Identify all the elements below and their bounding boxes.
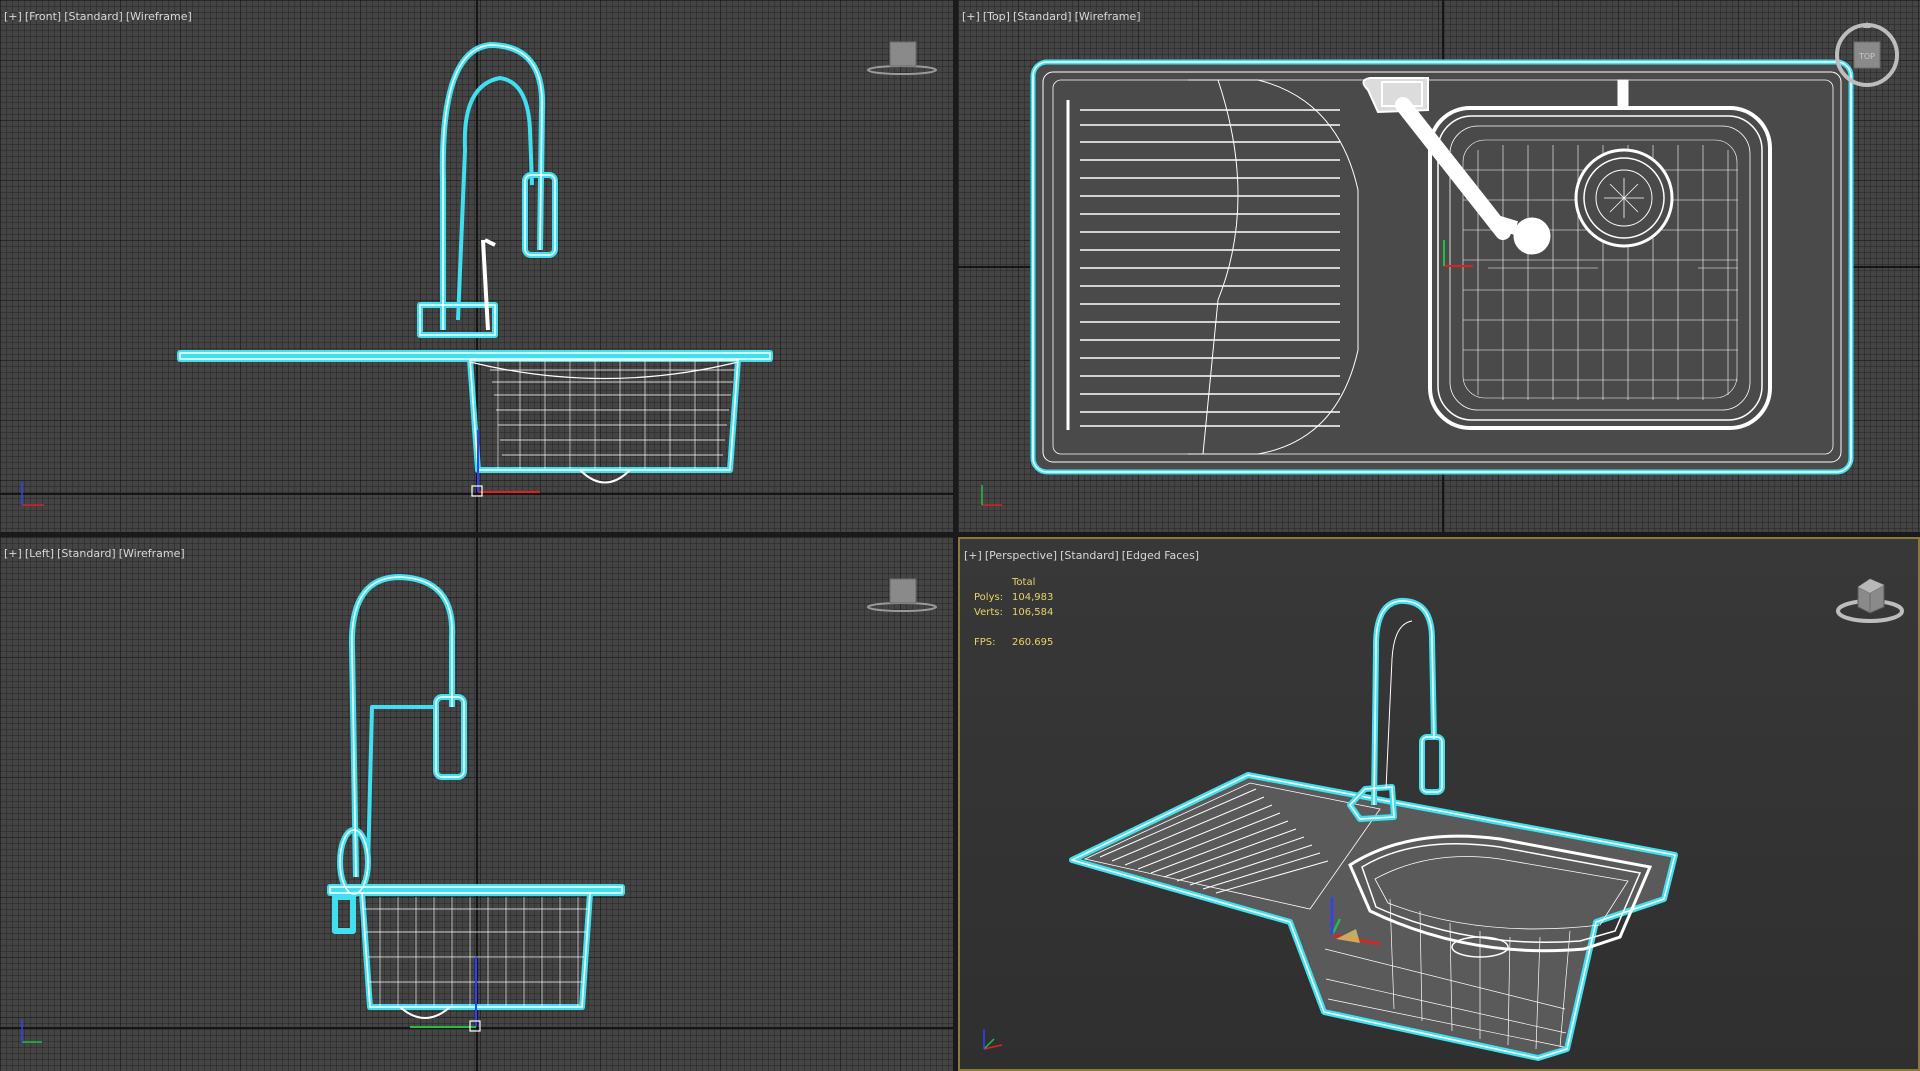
viewport-label-top[interactable]: [+] [Top] [Standard] [Wireframe] bbox=[962, 10, 1144, 23]
viewport-label-perspective[interactable]: [+] [Perspective] [Standard] [Edged Faces] bbox=[964, 549, 1202, 562]
svg-text:TOP: TOP bbox=[1858, 52, 1875, 61]
stats-polys-row: Polys: 104,983 bbox=[974, 592, 1054, 603]
scene-statistics: Total Polys: 104,983 Verts: 106,584 FPS: 26… bbox=[974, 575, 1053, 650]
axis-tripod-icon bbox=[21, 482, 44, 506]
viewcube-icon[interactable]: TOP bbox=[1832, 20, 1902, 95]
perspective-scene bbox=[983, 597, 1678, 1061]
axis-tripod-icon bbox=[21, 1020, 42, 1043]
viewport-label-front[interactable]: [+] [Front] [Standard] [Wireframe] bbox=[4, 10, 195, 23]
viewcube-icon[interactable] bbox=[866, 575, 938, 620]
viewport-left[interactable]: [+] [Left] [Standard] [Wireframe] bbox=[0, 537, 953, 1071]
viewport-perspective[interactable]: [+] [Perspective] [Standard] [Edged Faces] … bbox=[958, 537, 1920, 1071]
viewport-top[interactable]: TOP [+] [Top] [Standard] [Wireframe] bbox=[958, 0, 1920, 532]
viewport-front[interactable]: [+] [Front] [Standard] [Wireframe] bbox=[0, 0, 953, 532]
stats-verts-row: Verts: 106,584 bbox=[974, 607, 1054, 618]
left-scene bbox=[21, 574, 625, 1043]
axis-tripod-icon bbox=[983, 1029, 1003, 1050]
viewport-label-left[interactable]: [+] [Left] [Standard] [Wireframe] bbox=[4, 547, 188, 560]
axis-tripod-icon bbox=[981, 485, 1002, 506]
front-scene bbox=[21, 42, 773, 506]
viewcube-icon[interactable] bbox=[866, 38, 938, 83]
stats-header: Total bbox=[1012, 577, 1036, 588]
stats-fps-row: FPS: 260.695 bbox=[974, 637, 1054, 648]
top-scene bbox=[981, 59, 1854, 506]
viewcube-icon[interactable] bbox=[1834, 569, 1906, 634]
